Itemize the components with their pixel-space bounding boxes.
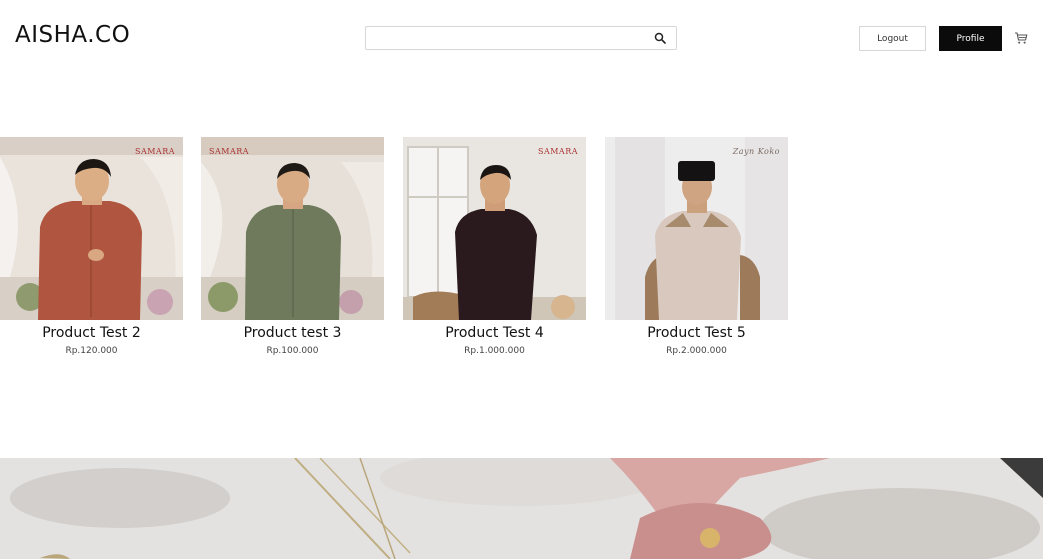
- product-price: Rp.2.000.000: [666, 346, 727, 356]
- site-logo[interactable]: AISHA.CO: [15, 22, 130, 48]
- banner-photo: [0, 458, 1043, 559]
- header: AISHA.CO Logout Profile: [0, 0, 1043, 80]
- product-photo: [201, 137, 384, 320]
- product-image[interactable]: SAMARA: [403, 137, 586, 320]
- search-bar: [365, 26, 677, 50]
- search-icon[interactable]: [654, 32, 666, 44]
- product-card[interactable]: SAMARA Product Test 4 Rp.1.000.000: [403, 137, 586, 356]
- product-name[interactable]: Product Test 5: [605, 325, 788, 341]
- hero-banner-image: [0, 458, 1043, 559]
- product-name[interactable]: Product test 3: [201, 325, 384, 341]
- product-card[interactable]: SAMARA Product Test 2 Rp.120.000: [0, 137, 183, 356]
- product-name[interactable]: Product Test 4: [403, 325, 586, 341]
- search-input[interactable]: [366, 27, 662, 50]
- cart-icon[interactable]: [1014, 31, 1028, 45]
- product-card[interactable]: SAMARA Product test 3 Rp.100.000: [201, 137, 384, 356]
- product-image[interactable]: Zayn Koko: [605, 137, 788, 320]
- product-name[interactable]: Product Test 2: [0, 325, 183, 341]
- product-image[interactable]: SAMARA: [0, 137, 183, 320]
- image-brand-text: SAMARA: [209, 147, 250, 156]
- image-brand-text: SAMARA: [134, 147, 175, 156]
- product-photo: [605, 137, 788, 320]
- logout-button[interactable]: Logout: [859, 26, 926, 51]
- product-card[interactable]: Zayn Koko Product Test 5 Rp.2.000.000: [605, 137, 788, 356]
- image-brand-text: Zayn Koko: [732, 147, 780, 156]
- product-price: Rp.120.000: [65, 346, 118, 356]
- profile-button[interactable]: Profile: [939, 26, 1002, 51]
- product-photo: [0, 137, 183, 320]
- product-image[interactable]: SAMARA: [201, 137, 384, 320]
- image-brand-text: SAMARA: [537, 147, 578, 156]
- product-price: Rp.1.000.000: [464, 346, 525, 356]
- product-price: Rp.100.000: [266, 346, 319, 356]
- product-photo: [403, 137, 586, 320]
